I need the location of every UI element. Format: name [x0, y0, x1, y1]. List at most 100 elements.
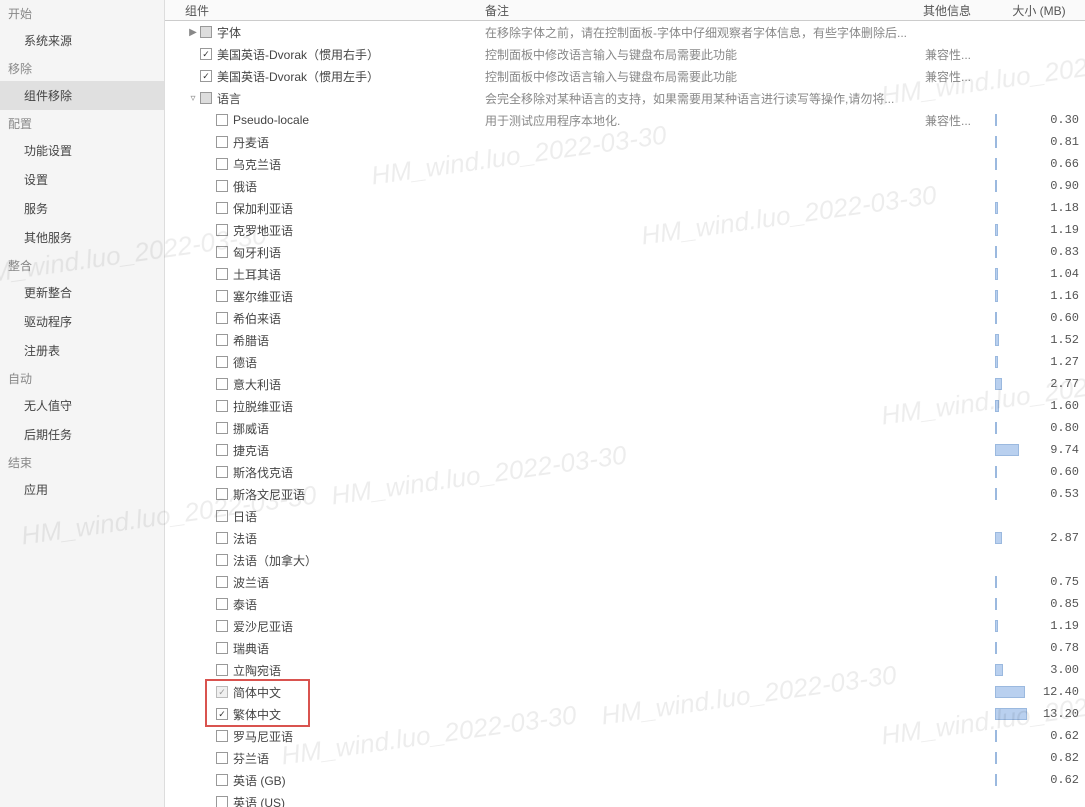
checkbox[interactable]: [216, 554, 228, 566]
tree-row[interactable]: 斯洛伐克语0.60: [165, 461, 1085, 483]
tree-row[interactable]: 立陶宛语3.00: [165, 659, 1085, 681]
expand-icon[interactable]: ▿: [187, 93, 199, 104]
tree-row[interactable]: 斯洛文尼亚语0.53: [165, 483, 1085, 505]
tree-row[interactable]: ▿语言会完全移除对某种语言的支持，如果需要用某种语言进行读写等操作,请勿将...: [165, 87, 1085, 109]
component-cell: ▶ 字体: [165, 24, 485, 41]
checkbox[interactable]: [216, 136, 228, 148]
checkbox[interactable]: [216, 708, 228, 720]
tree-row[interactable]: 法语（加拿大）: [165, 549, 1085, 571]
checkbox[interactable]: [216, 356, 228, 368]
tree-row[interactable]: ▶字体在移除字体之前，请在控制面板-字体中仔细观察者字体信息，有些字体删除后..…: [165, 21, 1085, 43]
checkbox[interactable]: [216, 796, 228, 807]
checkbox[interactable]: [216, 290, 228, 302]
component-label: 日语: [233, 508, 257, 525]
size-cell: 0.78: [995, 641, 1085, 655]
checkbox[interactable]: [216, 510, 228, 522]
checkbox[interactable]: [216, 532, 228, 544]
tree-row[interactable]: 芬兰语0.82: [165, 747, 1085, 769]
tree-row[interactable]: 俄语0.90: [165, 175, 1085, 197]
sidebar-item[interactable]: 后期任务: [0, 420, 164, 449]
col-header-note[interactable]: 备注: [485, 2, 923, 19]
sidebar-item[interactable]: 更新整合: [0, 278, 164, 307]
sidebar-item[interactable]: 系统来源: [0, 26, 164, 55]
checkbox[interactable]: [216, 158, 228, 170]
tree-row[interactable]: 保加利亚语1.18: [165, 197, 1085, 219]
sidebar-item[interactable]: 功能设置: [0, 136, 164, 165]
component-label: 挪威语: [233, 420, 269, 437]
checkbox[interactable]: [216, 202, 228, 214]
component-tree[interactable]: ▶字体在移除字体之前，请在控制面板-字体中仔细观察者字体信息，有些字体删除后..…: [165, 21, 1085, 807]
sidebar-item[interactable]: 无人值守: [0, 391, 164, 420]
sidebar-item[interactable]: 驱动程序: [0, 307, 164, 336]
tree-row[interactable]: 希腊语1.52: [165, 329, 1085, 351]
checkbox[interactable]: [216, 224, 228, 236]
tree-row[interactable]: 拉脱维亚语1.60: [165, 395, 1085, 417]
tree-row[interactable]: 克罗地亚语1.19: [165, 219, 1085, 241]
checkbox[interactable]: [216, 246, 228, 258]
tree-row[interactable]: 乌克兰语0.66: [165, 153, 1085, 175]
checkbox[interactable]: [216, 620, 228, 632]
checkbox[interactable]: [216, 334, 228, 346]
checkbox[interactable]: [216, 598, 228, 610]
size-text: 1.16: [1050, 289, 1079, 303]
sidebar-item[interactable]: 应用: [0, 475, 164, 504]
checkbox[interactable]: [216, 642, 228, 654]
component-label: 希腊语: [233, 332, 269, 349]
sidebar-item[interactable]: 组件移除: [0, 81, 164, 110]
checkbox[interactable]: [216, 664, 228, 676]
component-label: 字体: [217, 24, 241, 41]
checkbox[interactable]: [216, 466, 228, 478]
tree-row[interactable]: 日语: [165, 505, 1085, 527]
tree-row[interactable]: 繁体中文13.20: [165, 703, 1085, 725]
col-header-other[interactable]: 其他信息: [923, 2, 993, 19]
tree-row[interactable]: 丹麦语0.81: [165, 131, 1085, 153]
checkbox[interactable]: [216, 180, 228, 192]
tree-row[interactable]: 美国英语-Dvorak（惯用左手）控制面板中修改语言输入与键盘布局需要此功能兼容…: [165, 65, 1085, 87]
checkbox[interactable]: [200, 92, 212, 104]
col-header-component[interactable]: 组件: [165, 2, 485, 19]
checkbox[interactable]: [216, 730, 228, 742]
sidebar-item[interactable]: 注册表: [0, 336, 164, 365]
sidebar-item[interactable]: 设置: [0, 165, 164, 194]
sidebar-item[interactable]: 其他服务: [0, 223, 164, 252]
size-text: 0.90: [1050, 179, 1079, 193]
checkbox[interactable]: [216, 268, 228, 280]
tree-row[interactable]: 德语1.27: [165, 351, 1085, 373]
tree-row[interactable]: 捷克语9.74: [165, 439, 1085, 461]
tree-row[interactable]: 瑞典语0.78: [165, 637, 1085, 659]
tree-row[interactable]: 简体中文12.40: [165, 681, 1085, 703]
size-text: 12.40: [1043, 685, 1079, 699]
checkbox[interactable]: [216, 752, 228, 764]
expand-icon[interactable]: ▶: [187, 27, 199, 38]
checkbox[interactable]: [200, 70, 212, 82]
tree-row[interactable]: 挪威语0.80: [165, 417, 1085, 439]
checkbox[interactable]: [216, 114, 228, 126]
checkbox[interactable]: [216, 444, 228, 456]
checkbox[interactable]: [216, 576, 228, 588]
tree-row[interactable]: 泰语0.85: [165, 593, 1085, 615]
checkbox[interactable]: [200, 48, 212, 60]
checkbox[interactable]: [216, 378, 228, 390]
checkbox[interactable]: [216, 400, 228, 412]
tree-row[interactable]: 爱沙尼亚语1.19: [165, 615, 1085, 637]
tree-row[interactable]: Pseudo-locale用于测试应用程序本地化.兼容性...0.30: [165, 109, 1085, 131]
tree-row[interactable]: 罗马尼亚语0.62: [165, 725, 1085, 747]
tree-row[interactable]: 英语 (GB)0.62: [165, 769, 1085, 791]
checkbox[interactable]: [216, 488, 228, 500]
sidebar-item[interactable]: 服务: [0, 194, 164, 223]
checkbox[interactable]: [216, 422, 228, 434]
tree-row[interactable]: 英语 (US): [165, 791, 1085, 807]
tree-row[interactable]: 意大利语2.77: [165, 373, 1085, 395]
checkbox[interactable]: [200, 26, 212, 38]
tree-row[interactable]: 美国英语-Dvorak（惯用右手）控制面板中修改语言输入与键盘布局需要此功能兼容…: [165, 43, 1085, 65]
tree-row[interactable]: 塞尔维亚语1.16: [165, 285, 1085, 307]
tree-row[interactable]: 法语2.87: [165, 527, 1085, 549]
tree-row[interactable]: 匈牙利语0.83: [165, 241, 1085, 263]
tree-row[interactable]: 土耳其语1.04: [165, 263, 1085, 285]
checkbox[interactable]: [216, 774, 228, 786]
checkbox[interactable]: [216, 312, 228, 324]
component-cell: 斯洛伐克语: [165, 464, 485, 481]
col-header-size[interactable]: 大小 (MB): [993, 2, 1085, 19]
tree-row[interactable]: 波兰语0.75: [165, 571, 1085, 593]
tree-row[interactable]: 希伯来语0.60: [165, 307, 1085, 329]
